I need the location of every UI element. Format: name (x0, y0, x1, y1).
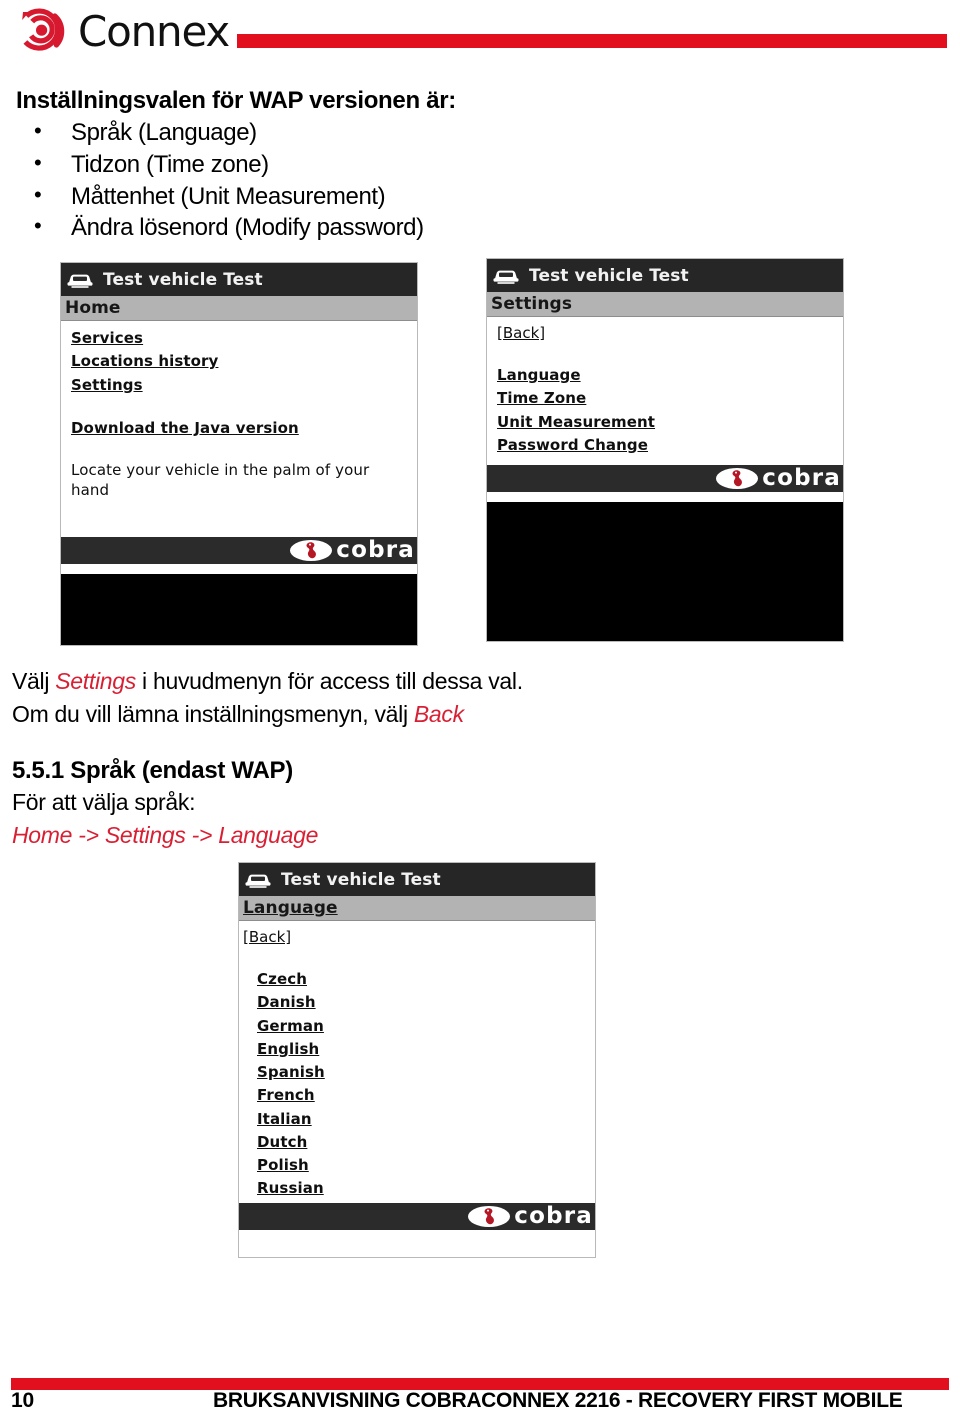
settings-subbar: Settings (487, 292, 843, 317)
settings-menu-item-unit-measurement[interactable]: Unit Measurement (497, 411, 655, 434)
home-download-java-link[interactable]: Download the Java version (71, 417, 299, 440)
language-subbar: Language (239, 896, 595, 921)
car-icon (493, 270, 519, 284)
language-title: Test vehicle Test (281, 869, 441, 890)
home-tagline: Locate your vehicle in the palm of your … (71, 461, 370, 500)
instruction-block: Välj Settings i huvudmenyn för access ti… (12, 665, 942, 731)
language-cobra-footer: cobra (239, 1203, 595, 1230)
footer-page-number: 10 (11, 1389, 34, 1412)
p1-after: i huvudmenyn för access till dessa val. (135, 668, 523, 694)
language-option-spanish[interactable]: Spanish (257, 1061, 325, 1084)
cobra-logo: cobra (715, 467, 841, 490)
cobra-snake-icon (290, 540, 333, 561)
home-white-gap (61, 564, 417, 574)
language-option-danish[interactable]: Danish (257, 991, 316, 1014)
language-option-french[interactable]: French (257, 1084, 315, 1107)
lead-title: Inställningsvalen för WAP versionen är: (16, 87, 456, 114)
home-blank-area (61, 574, 417, 645)
cobra-logo: cobra (289, 539, 415, 562)
settings-cobra-footer: cobra (487, 465, 843, 492)
section-block: 5.5.1 Språk (endast WAP) För att välja s… (12, 755, 942, 852)
settings-menu-item-password-change[interactable]: Password Change (497, 434, 648, 457)
home-titlebar: Test vehicle Test (61, 263, 417, 296)
language-option-italian[interactable]: Italian (257, 1108, 312, 1131)
language-option-czech[interactable]: Czech (257, 968, 307, 991)
home-body: Services Locations history Settings Down… (61, 321, 417, 537)
cobra-wordmark: cobra (762, 465, 841, 491)
language-option-english[interactable]: English (257, 1038, 319, 1061)
page-header: Connex (0, 0, 960, 72)
settings-body: [Back] Language Time Zone Unit Measureme… (487, 317, 843, 465)
language-body: [Back] Czech Danish German English Spani… (239, 921, 595, 1203)
settings-title: Test vehicle Test (529, 265, 689, 286)
settings-titlebar: Test vehicle Test (487, 259, 843, 292)
p1-before: Välj (12, 668, 56, 694)
settings-menu-item-language[interactable]: Language (497, 364, 581, 387)
car-icon (245, 874, 271, 888)
language-option-russian[interactable]: Russian (257, 1177, 324, 1200)
settings-subtitle: Settings (491, 294, 573, 314)
section-heading: 5.5.1 Språk (endast WAP) (12, 757, 293, 784)
section-intro: För att välja språk: (12, 789, 196, 816)
language-option-german[interactable]: German (257, 1015, 324, 1038)
home-title: Test vehicle Test (103, 269, 263, 290)
settings-blank-area (487, 502, 843, 641)
cobra-logo: cobra (467, 1205, 593, 1228)
car-icon (67, 274, 93, 288)
language-white-gap (239, 1230, 595, 1257)
language-subtitle: Language (243, 898, 338, 918)
p2-before: Om du vill lämna inställningsmenyn, välj (12, 700, 414, 727)
brand-name: Connex (78, 7, 230, 56)
cobra-wordmark: cobra (336, 537, 415, 563)
language-option-dutch[interactable]: Dutch (257, 1131, 307, 1154)
header-accent-rule (237, 34, 947, 48)
home-menu-item-services[interactable]: Services (71, 327, 143, 350)
language-back-link[interactable]: [Back] (243, 927, 595, 948)
brand-logo: Connex (16, 6, 230, 58)
connex-spiral-icon (22, 8, 65, 51)
cobra-snake-icon (468, 1206, 511, 1227)
list-item: Språk (Language) (16, 116, 944, 149)
home-cobra-footer: cobra (61, 537, 417, 564)
home-subtitle: Home (65, 298, 121, 318)
section-navigation-path: Home -> Settings -> Language (12, 822, 319, 849)
language-option-polish[interactable]: Polish (257, 1154, 309, 1177)
cobra-wordmark: cobra (514, 1203, 593, 1229)
main-content: Inställningsvalen för WAP versionen är: … (16, 86, 944, 244)
footer-document-title: BRUKSANVISNING COBRACONNEX 2216 - RECOVE… (213, 1389, 903, 1412)
settings-white-gap (487, 492, 843, 502)
screenshot-language: Test vehicle Test Language [Back] Czech … (238, 862, 596, 1258)
paragraph-leave-settings: Om du vill lämna inställningsmenyn, välj… (12, 698, 942, 731)
home-menu-item-settings[interactable]: Settings (71, 374, 143, 397)
language-option-list: Czech Danish German English Spanish Fren… (243, 968, 595, 1201)
settings-options-list: Språk (Language) Tidzon (Time zone) Mått… (16, 116, 944, 244)
list-item: Måttenhet (Unit Measurement) (16, 180, 944, 213)
settings-back-link[interactable]: [Back] (497, 323, 843, 344)
screenshot-home: Test vehicle Test Home Services Location… (60, 262, 418, 646)
p2-accent-back: Back (413, 700, 464, 727)
list-item: Tidzon (Time zone) (16, 148, 944, 181)
screenshot-settings: Test vehicle Test Settings [Back] Langua… (486, 258, 844, 642)
settings-menu-item-time-zone[interactable]: Time Zone (497, 387, 586, 410)
list-item: Ändra lösenord (Modify password) (16, 211, 944, 244)
home-menu-item-locations-history[interactable]: Locations history (71, 350, 218, 373)
home-subbar: Home (61, 296, 417, 321)
p1-accent-settings: Settings (55, 668, 136, 694)
language-titlebar: Test vehicle Test (239, 863, 595, 896)
cobra-snake-icon (716, 468, 759, 489)
paragraph-choose-settings: Välj Settings i huvudmenyn för access ti… (12, 665, 942, 698)
